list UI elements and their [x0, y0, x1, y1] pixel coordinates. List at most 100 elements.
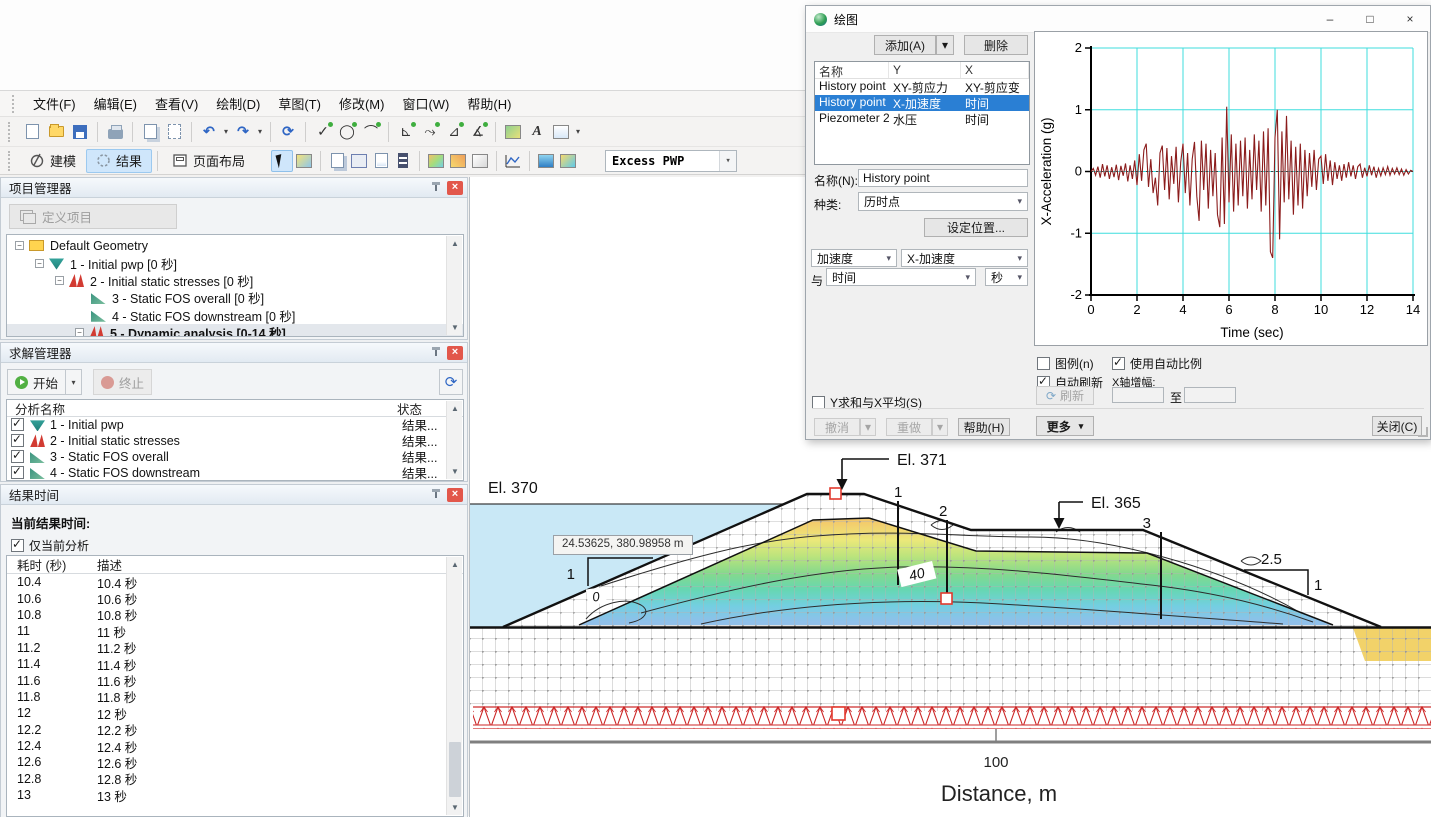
draw-graph-dialog[interactable]: 绘图 – □ × 添加(A) ▾ 删除 名称 Y X History point… — [805, 5, 1431, 440]
menu-window[interactable]: 窗口(W) — [393, 90, 458, 117]
tree-expander-icon[interactable]: − — [75, 328, 84, 337]
y-quantity-select[interactable]: 加速度▾ — [811, 249, 897, 267]
time-step-row[interactable]: 1313 秒 — [7, 787, 463, 803]
analysis-checkbox[interactable] — [11, 450, 24, 463]
close-dialog-button[interactable]: × — [1390, 6, 1430, 32]
menu-draw[interactable]: 绘制(D) — [207, 90, 269, 117]
x-range-from-input[interactable] — [1112, 387, 1164, 403]
scroll-down-icon[interactable]: ▼ — [447, 320, 463, 335]
history-point-marker-crest[interactable] — [830, 488, 841, 499]
graph-list[interactable]: 名称 Y X History point ...XY-剪应力XY-剪应变Hist… — [814, 61, 1030, 165]
time-step-row[interactable]: 10.410.4 秒 — [7, 574, 463, 590]
new-file-button[interactable] — [20, 120, 44, 144]
kind-select[interactable]: 历时点▾ — [858, 192, 1028, 211]
close-button[interactable]: 关闭(C) — [1372, 416, 1422, 436]
menu-help[interactable]: 帮助(H) — [458, 90, 520, 117]
scroll-up-icon[interactable]: ▲ — [447, 557, 463, 572]
resize-grip[interactable] — [1418, 427, 1428, 437]
undo-button[interactable]: 撤消 — [814, 418, 860, 436]
tree-item[interactable]: −5 - Dynamic analysis [0-14 秒] — [7, 324, 463, 337]
scroll-down-icon[interactable]: ▼ — [447, 800, 463, 815]
save-button[interactable] — [68, 120, 92, 144]
draw-regions-button[interactable]: ✓ — [311, 120, 335, 144]
pin-icon[interactable] — [429, 346, 443, 360]
draw-arc-button[interactable]: ⌒ — [359, 120, 383, 144]
sketch-dimension-button[interactable]: ⊿ — [442, 120, 466, 144]
auto-scale-checkbox[interactable]: 使用自动比例 — [1112, 355, 1202, 372]
menu-edit[interactable]: 编辑(E) — [85, 90, 146, 117]
time-step-row[interactable]: 11.811.8 秒 — [7, 689, 463, 705]
mode-define-button[interactable]: 建模 — [20, 149, 86, 173]
time-step-row[interactable]: 12.412.4 秒 — [7, 738, 463, 754]
only-current-analysis-checkbox[interactable]: 仅当前分析 — [11, 537, 89, 554]
graph-row[interactable]: History point ...XY-剪应力XY-剪应变 — [815, 79, 1029, 95]
column-name[interactable]: 名称 — [815, 62, 889, 78]
tree-expander-icon[interactable]: − — [15, 241, 24, 250]
scroll-down-icon[interactable]: ▼ — [447, 464, 463, 479]
close-panel-button[interactable]: × — [447, 346, 463, 360]
add-graph-button[interactable] — [549, 120, 573, 144]
redraw-button[interactable]: ⟳ — [276, 120, 300, 144]
time-step-row[interactable]: 11.211.2 秒 — [7, 640, 463, 656]
define-project-button[interactable]: 定义项目 — [9, 204, 177, 229]
zoom-region-button[interactable] — [293, 150, 315, 172]
report-button[interactable] — [370, 150, 392, 172]
y-component-select[interactable]: X-加速度▾ — [901, 249, 1028, 267]
mode-page-layout-button[interactable]: 页面布局 — [163, 149, 255, 173]
start-dropdown[interactable]: ▾ — [65, 370, 81, 394]
analysis-row[interactable]: 2 - Initial static stresses结果... — [7, 433, 463, 449]
set-location-button[interactable]: 设定位置... — [924, 218, 1028, 237]
history-point-marker-base[interactable] — [832, 707, 845, 720]
mode-results-button[interactable]: 结果 — [86, 149, 152, 173]
analysis-checkbox[interactable] — [11, 466, 24, 479]
analysis-row[interactable]: 3 - Static FOS overall结果... — [7, 449, 463, 465]
time-step-row[interactable]: 12.812.8 秒 — [7, 771, 463, 787]
maximize-button[interactable]: □ — [1350, 6, 1390, 32]
water-table-button[interactable] — [535, 150, 557, 172]
help-button[interactable]: 帮助(H) — [958, 418, 1010, 436]
refresh-analyses-button[interactable]: ⟳ — [439, 369, 463, 395]
undo-dropdown[interactable]: ▾ — [221, 127, 231, 136]
time-step-row[interactable]: 1111 秒 — [7, 623, 463, 639]
stop-solve-button[interactable]: 终止 — [93, 369, 152, 395]
add-text-button[interactable]: A — [525, 120, 549, 144]
tree-scrollbar[interactable]: ▲ ▼ — [446, 236, 462, 335]
name-input[interactable]: History point — [858, 169, 1028, 187]
add-graph-button[interactable]: 添加(A) — [874, 35, 936, 55]
minimize-button[interactable]: – — [1310, 6, 1350, 32]
x-quantity-select[interactable]: 时间▾ — [826, 268, 976, 286]
close-panel-button[interactable]: × — [447, 488, 463, 502]
graph-row[interactable]: History pointX-加速度时间 — [815, 95, 1029, 111]
sketch-angle-button[interactable]: ∡ — [466, 120, 490, 144]
paste-button[interactable] — [162, 120, 186, 144]
redo-button[interactable]: 重做 — [886, 418, 932, 436]
menu-view[interactable]: 查看(V) — [146, 90, 207, 117]
more-button[interactable]: 更多▾ — [1036, 416, 1094, 436]
draw-vectors-button[interactable] — [469, 150, 491, 172]
animation-button[interactable] — [392, 150, 414, 172]
scroll-thumb[interactable] — [449, 742, 461, 797]
refresh-graph-button[interactable]: ⟳刷新 — [1036, 386, 1094, 405]
graph-row[interactable]: Piezometer 2水压时间 — [815, 111, 1029, 127]
time-step-row[interactable]: 1212 秒 — [7, 705, 463, 721]
column-analysis-name[interactable]: 分析名称 — [15, 399, 397, 418]
redo-dropdown[interactable]: ▾ — [255, 127, 265, 136]
analysis-row[interactable]: 4 - Static FOS downstream结果... — [7, 465, 463, 481]
time-step-row[interactable]: 10.810.8 秒 — [7, 607, 463, 623]
copy-button[interactable] — [138, 120, 162, 144]
contour-parameter-select[interactable]: Excess PWP ▾ — [605, 150, 737, 172]
pwp-contours-button[interactable] — [557, 150, 579, 172]
draw-contours-button[interactable] — [425, 150, 447, 172]
add-picture-button[interactable] — [501, 120, 525, 144]
close-panel-button[interactable]: × — [447, 181, 463, 195]
add-graph-dropdown[interactable]: ▾ — [573, 127, 583, 136]
analysis-checkbox[interactable] — [11, 434, 24, 447]
print-button[interactable] — [103, 120, 127, 144]
select-cursor-button[interactable] — [271, 150, 293, 172]
time-step-row[interactable]: 10.610.6 秒 — [7, 590, 463, 606]
tree-item[interactable]: −2 - Initial static stresses [0 秒] — [7, 272, 463, 289]
analysis-row[interactable]: 1 - Initial pwp结果... — [7, 417, 463, 433]
redo-button[interactable]: ↷ — [231, 120, 255, 144]
x-unit-select[interactable]: 秒▾ — [985, 268, 1028, 286]
undo-dropdown[interactable]: ▾ — [860, 418, 876, 436]
